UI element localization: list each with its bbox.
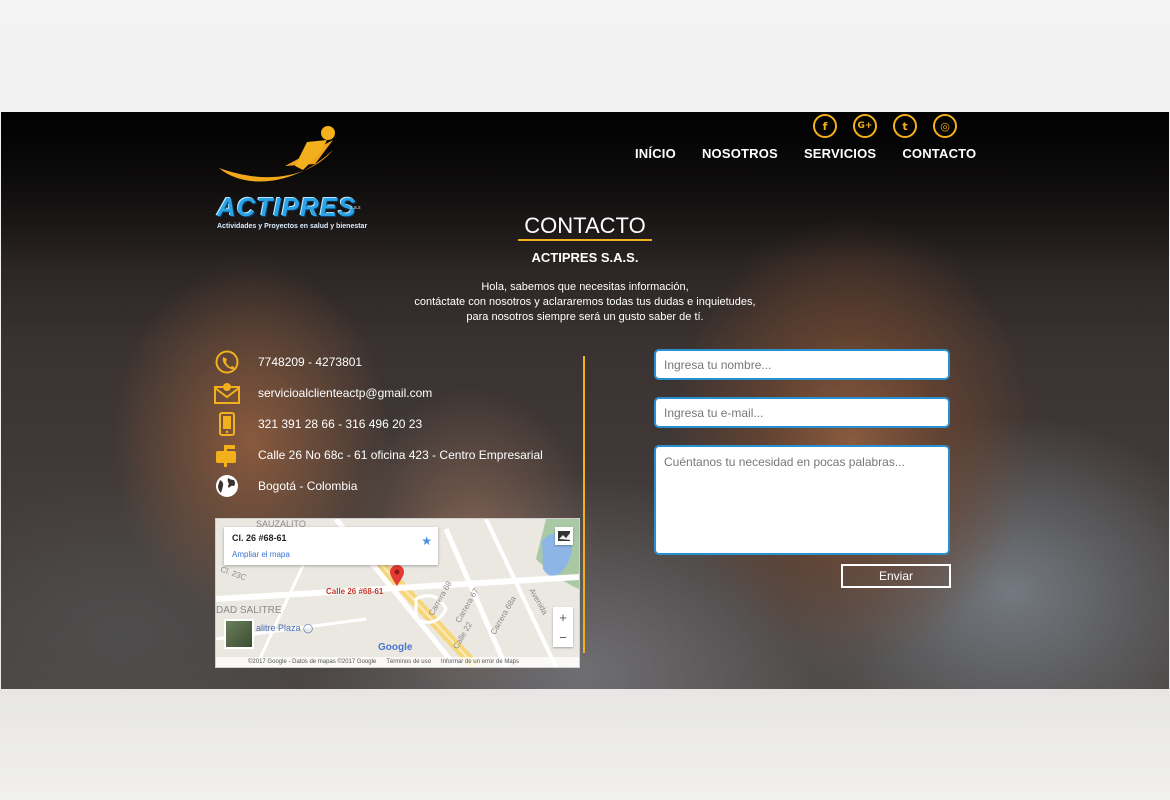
nav-item-servicios[interactable]: SERVICIOS <box>804 146 876 161</box>
social-links: f G+ t ◎ <box>813 114 957 138</box>
google-map[interactable]: SAUZALITO DAD SALITRE Carrera 68 Carrera… <box>215 518 580 668</box>
email-input[interactable] <box>654 397 950 428</box>
contact-item-location: Bogotá - Colombia <box>214 470 543 501</box>
mobile-icon <box>214 411 240 437</box>
contact-hero: ACTIPRES s.a.s Actividades y Proyectos e… <box>1 112 1169 689</box>
satellite-thumbnail[interactable] <box>224 619 254 649</box>
google-logo: Google <box>378 642 413 653</box>
page-backdrop-bottom <box>0 689 1170 800</box>
contact-item-address: Calle 26 No 68c - 61 oficina 423 - Centr… <box>214 439 543 470</box>
intro-line: contáctate con nosotros y aclararemos to… <box>414 296 756 308</box>
nav-item-inicio[interactable]: INÍCIO <box>635 146 676 161</box>
title-underline <box>518 239 652 241</box>
facebook-icon[interactable]: f <box>813 114 837 138</box>
zoom-out-button[interactable]: − <box>559 630 567 645</box>
contact-item-phone: 7748209 - 4273801 <box>214 346 543 377</box>
location-text: Bogotá - Colombia <box>258 478 358 493</box>
map-place-card: Cl. 26 #68-61 Ampliar el mapa ★ <box>224 527 438 565</box>
send-button[interactable]: Enviar <box>841 564 951 588</box>
map-pin-label: Calle 26 #68-61 <box>326 587 384 596</box>
name-input[interactable] <box>654 349 950 380</box>
map-pin-icon[interactable] <box>390 565 404 587</box>
map-terms-link[interactable]: Términos de uso <box>386 659 431 665</box>
email-icon <box>214 380 240 406</box>
intro-line: Hola, sabemos que necesitas información, <box>481 281 689 293</box>
twitter-icon[interactable]: t <box>893 114 917 138</box>
intro-line: para nosotros siempre será un gusto sabe… <box>466 311 704 323</box>
map-footer: ©2017 Google - Datos de mapas ©2017 Goog… <box>216 657 579 667</box>
fullscreen-icon[interactable] <box>555 527 573 545</box>
nav-item-contacto[interactable]: CONTACTO <box>902 146 976 161</box>
nav-item-nosotros[interactable]: NOSOTROS <box>702 146 778 161</box>
map-card-address: Cl. 26 #68-61 <box>232 533 287 543</box>
google-plus-icon[interactable]: G+ <box>853 114 877 138</box>
contact-item-mobile: 321 391 28 66 - 316 496 20 23 <box>214 408 543 439</box>
main-nav: INÍCIO NOSOTROS SERVICIOS CONTACTO <box>635 146 976 161</box>
contact-info-list: 7748209 - 4273801 servicioalclienteactp@… <box>214 346 543 501</box>
map-report-link[interactable]: Informar de un error de Maps <box>441 659 519 665</box>
contact-item-email: servicioalclienteactp@gmail.com <box>214 377 543 408</box>
mobile-text: 321 391 28 66 - 316 496 20 23 <box>258 416 423 431</box>
mailbox-icon <box>214 442 240 468</box>
column-divider <box>583 356 585 653</box>
company-name: ACTIPRES S.A.S. <box>531 250 639 265</box>
map-copyright: ©2017 Google - Datos de mapas ©2017 Goog… <box>248 659 377 665</box>
address-text: Calle 26 No 68c - 61 oficina 423 - Centr… <box>258 447 543 462</box>
logo-figure-icon <box>219 126 335 182</box>
star-icon[interactable]: ★ <box>421 534 432 548</box>
page-title: CONTACTO <box>524 213 646 238</box>
phone-text: 7748209 - 4273801 <box>258 354 363 369</box>
email-text[interactable]: servicioalclienteactp@gmail.com <box>258 386 432 400</box>
map-area-label: DAD SALITRE <box>216 605 282 616</box>
logo-sas-mark: s.a.s <box>350 205 361 211</box>
instagram-icon[interactable]: ◎ <box>933 114 957 138</box>
phone-icon <box>214 349 240 375</box>
intro-text: Hola, sabemos que necesitas información,… <box>1 280 1169 325</box>
zoom-in-button[interactable]: + <box>559 610 567 625</box>
map-zoom-control: + − <box>553 607 573 647</box>
map-enlarge-link[interactable]: Ampliar el mapa <box>232 550 290 559</box>
message-textarea[interactable] <box>654 445 950 555</box>
map-place-label: alitre Plaza ◯ <box>256 623 314 633</box>
globe-icon <box>214 473 240 499</box>
